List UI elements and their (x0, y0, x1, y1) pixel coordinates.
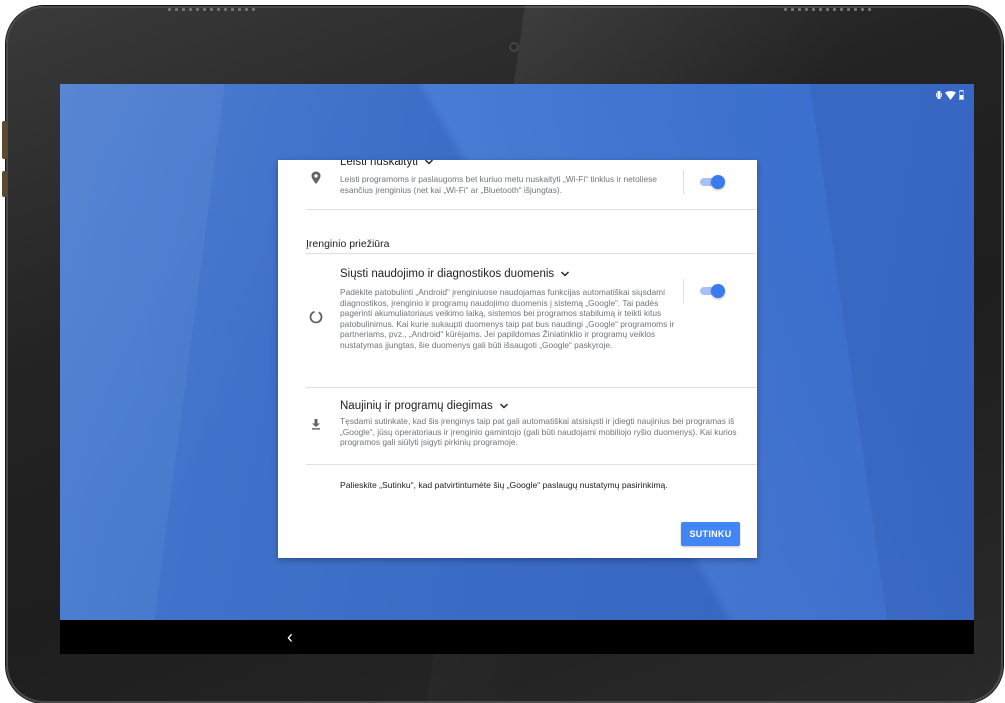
chevron-down-icon[interactable] (560, 269, 570, 279)
scan-settings-description: Leisti programoms ir paslaugoms bet kuri… (340, 174, 657, 195)
scan-toggle[interactable] (698, 175, 725, 189)
location-pin-icon (311, 171, 321, 184)
wifi-icon (945, 90, 956, 100)
power-button (2, 171, 7, 197)
toggle-thumb (711, 284, 725, 298)
chevron-down-icon[interactable] (424, 160, 434, 167)
diagnostics-description: Padėkite patobulinti „Android“ įrenginiu… (340, 287, 675, 350)
back-chevron-icon[interactable]: ‹ (280, 626, 300, 648)
front-camera (509, 42, 519, 52)
volume-button (2, 121, 7, 159)
download-icon (312, 419, 320, 430)
screen: Leisti nuskaityti Leisti programoms ir p… (60, 84, 974, 654)
updates-description: Tęsdami sutinkate, kad šis įrenginys tai… (340, 416, 737, 447)
divider (306, 209, 757, 210)
chevron-down-icon[interactable] (499, 401, 509, 411)
consent-text: Palieskite „Sutinku“, kad patvirtintumėt… (340, 480, 668, 490)
agree-button[interactable]: SUTINKU (681, 522, 740, 546)
speaker-grille-left (166, 8, 256, 11)
toggle-separator (683, 170, 684, 194)
scan-settings-title[interactable]: Leisti nuskaityti (340, 160, 434, 168)
diagnostics-row[interactable]: Siųsti naudojimo ir diagnostikos duomeni… (278, 254, 757, 386)
status-bar (936, 88, 964, 102)
diagnostics-toggle[interactable] (698, 284, 725, 298)
toggle-thumb (711, 175, 725, 189)
diagnostics-title[interactable]: Siųsti naudojimo ir diagnostikos duomeni… (340, 268, 570, 280)
speaker-grille-right (782, 8, 872, 11)
navigation-bar: ‹ (60, 620, 974, 654)
divider (306, 464, 757, 465)
updates-title[interactable]: Naujinių ir programų diegimas (340, 400, 509, 412)
updates-label: Naujinių ir programų diegimas (340, 400, 493, 412)
scan-settings-label: Leisti nuskaityti (340, 160, 418, 168)
updates-row[interactable]: Naujinių ir programų diegimas Tęsdami su… (278, 388, 757, 464)
progress-circle-icon (309, 310, 323, 324)
tablet-frame: Leisti nuskaityti Leisti programoms ir p… (2, 6, 1003, 703)
toggle-separator (683, 279, 684, 303)
diagnostics-label: Siųsti naudojimo ir diagnostikos duomeni… (340, 268, 555, 280)
section-header: Įrenginio priežiūra (306, 238, 390, 250)
vibrate-icon (936, 91, 942, 99)
battery-icon (959, 90, 964, 100)
scan-settings-row[interactable]: Leisti nuskaityti Leisti programoms ir p… (278, 160, 757, 208)
setup-dialog: Leisti nuskaityti Leisti programoms ir p… (278, 160, 757, 558)
